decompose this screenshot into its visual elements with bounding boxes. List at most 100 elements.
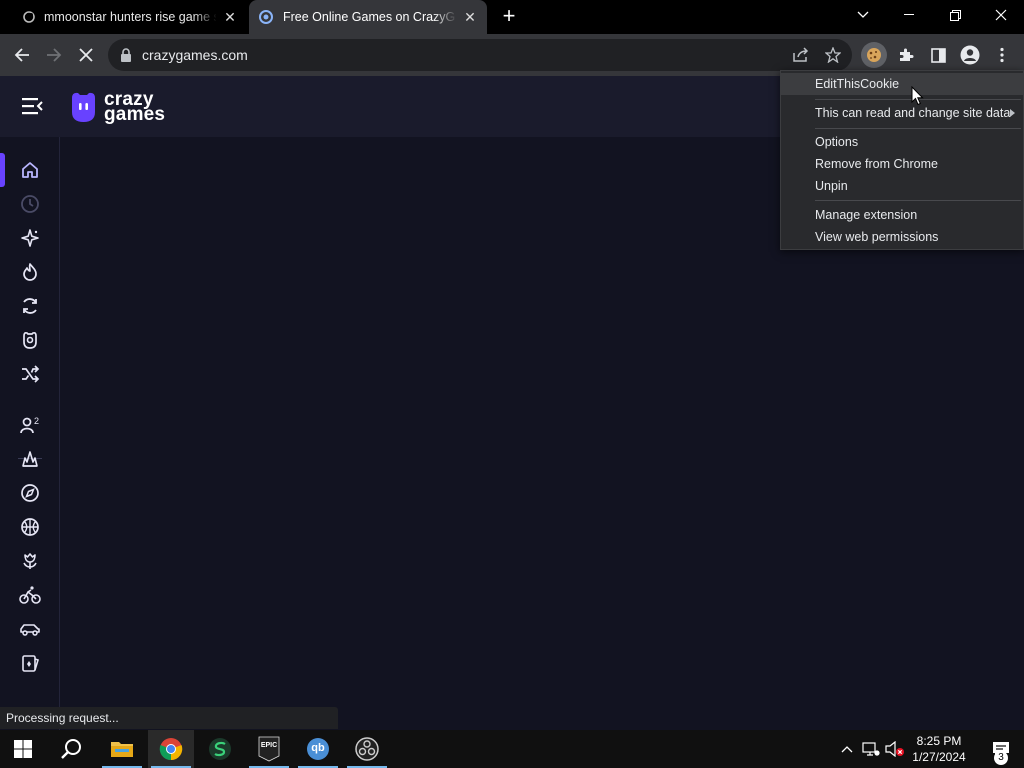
minimize-icon	[904, 14, 914, 15]
svg-text:2: 2	[34, 416, 39, 426]
profile-button[interactable]	[957, 42, 983, 68]
clock-time: 8:25 PM	[916, 734, 962, 748]
sidebar-item-card[interactable]	[18, 651, 42, 675]
back-button[interactable]	[9, 42, 35, 68]
tab-moonstar[interactable]: mmoonstar hunters rise game si ✕	[0, 0, 247, 34]
taskbar-clock[interactable]: 8:25 PM 1/27/2024	[906, 733, 972, 765]
share-icon	[793, 47, 809, 62]
address-bar[interactable]: crazygames.com	[108, 39, 852, 71]
crazygames-logo[interactable]: crazy games	[68, 89, 165, 125]
sidebar-item-beauty[interactable]	[18, 549, 42, 573]
crazygames-logo-icon	[72, 92, 95, 122]
volume-button[interactable]	[884, 730, 906, 768]
basketball-icon	[21, 518, 39, 536]
windows-taskbar: EPIC qb 8:25 PM 1/27/2024 3	[0, 730, 1024, 768]
chrome-taskbar-button[interactable]	[148, 730, 194, 768]
chevron-down-icon	[857, 11, 869, 18]
sidebar-item-home[interactable]	[18, 158, 42, 182]
app-s-icon	[209, 738, 231, 760]
recent-icon	[21, 195, 39, 213]
close-tab-icon[interactable]: ✕	[221, 8, 239, 26]
chrome-menu-button[interactable]	[989, 42, 1015, 68]
start-button[interactable]	[0, 730, 46, 768]
extension-context-menu: EditThisCookie This can read and change …	[780, 70, 1024, 250]
search-icon	[61, 739, 81, 759]
qbittorrent-button[interactable]: qb	[295, 730, 341, 768]
share-button[interactable]	[788, 42, 814, 68]
side-panel-icon	[930, 47, 946, 63]
sidebar-item-basketball[interactable]	[18, 515, 42, 539]
sidebar-item-adventure[interactable]	[18, 481, 42, 505]
close-icon	[995, 9, 1007, 21]
clock-date: 1/27/2024	[912, 750, 966, 764]
editthiscookie-extension-button[interactable]	[861, 42, 887, 68]
chevron-up-icon	[841, 746, 853, 753]
stop-loading-button[interactable]	[73, 42, 99, 68]
menu-separator	[815, 128, 1021, 129]
tab-search-button[interactable]	[840, 0, 886, 30]
restore-button[interactable]	[932, 0, 978, 30]
back-arrow-icon	[14, 48, 29, 62]
action-icon	[22, 451, 38, 467]
sidebar-item-bike[interactable]	[18, 583, 42, 607]
menu-item-unpin[interactable]: Unpin	[781, 175, 1023, 197]
crazygames-icon	[259, 10, 273, 24]
tab-crazygames[interactable]: Free Online Games on CrazyGam ✕	[249, 0, 487, 34]
sidebar-item-trending[interactable]	[18, 260, 42, 284]
show-hidden-icons-button[interactable]	[838, 730, 856, 768]
epic-games-icon	[258, 736, 280, 762]
tab-title-fade	[433, 8, 457, 26]
trending-icon	[23, 263, 37, 281]
forward-button[interactable]	[41, 42, 67, 68]
obs-button[interactable]	[344, 730, 390, 768]
sidebar-item-action[interactable]	[18, 447, 42, 471]
epic-games-button[interactable]: EPIC	[246, 730, 292, 768]
sidebar-item-multiplayer[interactable]: 2	[18, 413, 42, 437]
sidebar-item-car[interactable]	[18, 617, 42, 641]
side-panel-button[interactable]	[925, 42, 951, 68]
hamburger-menu-button[interactable]	[20, 96, 44, 116]
flower-icon	[23, 553, 37, 569]
network-button[interactable]	[860, 730, 882, 768]
bookmark-button[interactable]	[820, 42, 846, 68]
network-icon	[862, 742, 880, 756]
logo-wordmark: crazy games	[104, 90, 165, 124]
active-indicator	[0, 153, 5, 187]
menu-collapse-icon	[22, 98, 43, 115]
close-tab-icon[interactable]: ✕	[461, 8, 479, 26]
menu-item-remove[interactable]: Remove from Chrome	[781, 153, 1023, 175]
sidebar-item-random[interactable]	[18, 362, 42, 386]
tab-title: mmoonstar hunters rise game si	[44, 10, 216, 24]
sidebar-item-originals[interactable]	[18, 328, 42, 352]
epic-games-label: EPIC	[260, 742, 278, 749]
minimize-button[interactable]	[886, 0, 932, 30]
notification-count-badge: 3	[994, 751, 1008, 765]
compass-icon	[21, 484, 39, 502]
status-bubble: Processing request...	[0, 707, 338, 729]
chrome-icon	[159, 738, 183, 761]
stop-icon	[79, 48, 93, 62]
category-sidebar: 2	[0, 137, 60, 730]
tab-title-fade	[193, 8, 217, 26]
mouse-cursor-icon	[911, 86, 924, 106]
search-button[interactable]	[48, 730, 94, 768]
file-explorer-button[interactable]	[99, 730, 145, 768]
random-icon	[22, 365, 40, 383]
sidebar-item-recent[interactable]	[18, 192, 42, 216]
car-icon	[20, 624, 40, 636]
menu-item-site-access[interactable]: This can read and change site data	[781, 102, 1023, 124]
extensions-button[interactable]	[893, 42, 919, 68]
sidebar-item-updated[interactable]	[18, 294, 42, 318]
menu-item-options[interactable]: Options	[781, 131, 1023, 153]
forward-arrow-icon	[47, 48, 62, 62]
menu-item-web-permissions[interactable]: View web permissions	[781, 226, 1023, 248]
originals-icon	[23, 331, 37, 349]
new-tab-button[interactable]: +	[498, 5, 520, 28]
app-s-button[interactable]	[197, 730, 243, 768]
profile-icon	[960, 45, 980, 65]
sidebar-item-new[interactable]	[18, 226, 42, 250]
menu-item-manage-extension[interactable]: Manage extension	[781, 204, 1023, 226]
close-window-button[interactable]	[978, 0, 1024, 30]
menu-item-editthiscookie[interactable]: EditThisCookie	[781, 73, 1023, 95]
screen: mmoonstar hunters rise game si ✕ Free On…	[0, 0, 1024, 768]
